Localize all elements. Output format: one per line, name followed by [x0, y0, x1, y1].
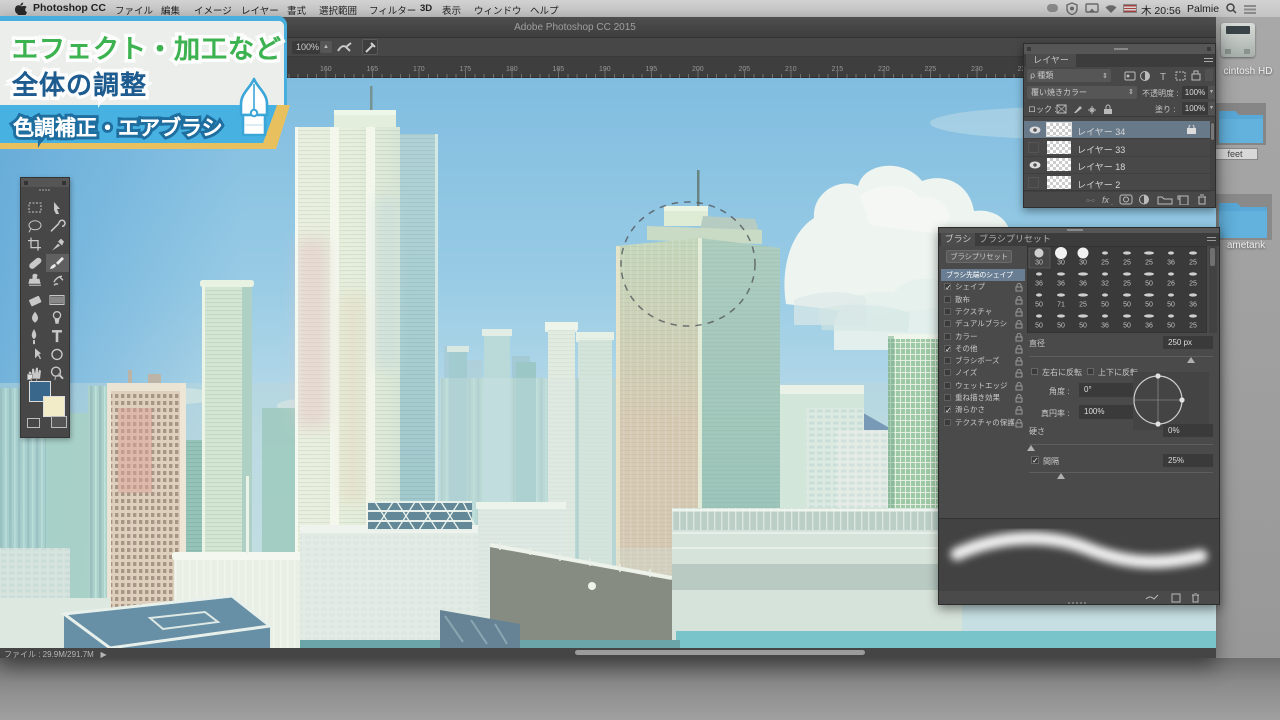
svg-text:25: 25 — [1101, 260, 1109, 267]
svg-text:50: 50 — [1101, 302, 1109, 309]
svg-text:32: 32 — [1101, 281, 1109, 288]
svg-text:50: 50 — [1057, 323, 1065, 330]
svg-text:50: 50 — [1167, 323, 1175, 330]
svg-text:25: 25 — [1145, 260, 1153, 267]
svg-text:50: 50 — [1145, 302, 1153, 309]
svg-text:36: 36 — [1101, 323, 1109, 330]
svg-text:36: 36 — [1167, 260, 1175, 267]
svg-text:50: 50 — [1145, 281, 1153, 288]
svg-text:26: 26 — [1167, 281, 1175, 288]
svg-text:36: 36 — [1079, 281, 1087, 288]
svg-text:50: 50 — [1167, 302, 1175, 309]
svg-text:50: 50 — [1035, 302, 1043, 309]
svg-text:50: 50 — [1079, 323, 1087, 330]
svg-text:25: 25 — [1189, 260, 1197, 267]
svg-text:25: 25 — [1189, 281, 1197, 288]
svg-text:71: 71 — [1057, 302, 1065, 309]
svg-text:25: 25 — [1123, 260, 1131, 267]
svg-text:36: 36 — [1035, 281, 1043, 288]
svg-text:.: . — [1111, 200, 1113, 205]
svg-text:25: 25 — [1189, 323, 1197, 330]
svg-text:36: 36 — [1189, 302, 1197, 309]
svg-text:50: 50 — [1123, 323, 1131, 330]
svg-text:36: 36 — [1145, 323, 1153, 330]
svg-text:T: T — [1160, 72, 1166, 82]
svg-text:30: 30 — [1035, 260, 1043, 267]
svg-text:36: 36 — [1057, 281, 1065, 288]
svg-text:25: 25 — [1079, 302, 1087, 309]
svg-text:30: 30 — [1057, 260, 1065, 267]
svg-text:fx: fx — [1102, 195, 1110, 205]
svg-text:⧟: ⧟ — [1086, 195, 1095, 205]
svg-text:50: 50 — [1035, 323, 1043, 330]
svg-text:25: 25 — [1123, 281, 1131, 288]
svg-text:50: 50 — [1123, 302, 1131, 309]
svg-text:30: 30 — [1079, 260, 1087, 267]
